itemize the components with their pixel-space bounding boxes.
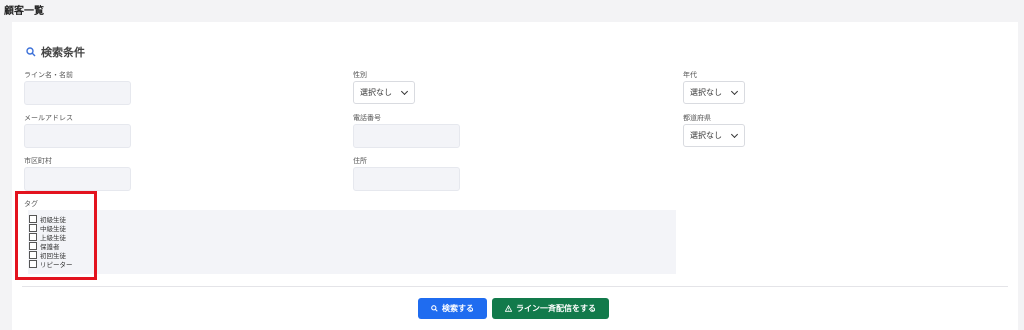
line-name-input[interactable] [24,81,131,105]
search-button-label: 検索する [442,304,474,313]
email-input[interactable] [24,124,131,148]
age-label: 年代 [683,71,697,79]
tag-highlight-box [15,191,97,280]
gender-select[interactable]: 選択なし [353,81,415,104]
page-title: 顧客一覧 [4,6,44,17]
phone-label: 電話番号 [353,114,381,122]
chevron-down-icon [400,87,409,96]
prefecture-label: 都道府県 [683,114,711,122]
chevron-down-icon [730,130,739,139]
search-icon [431,305,438,312]
prefecture-select-value: 選択なし [690,131,722,140]
city-label: 市区町村 [24,157,52,165]
warning-icon [505,305,512,312]
prefecture-select[interactable]: 選択なし [683,124,745,147]
search-button[interactable]: 検索する [418,298,487,319]
tag-area [28,210,676,274]
section-title: 検索条件 [41,46,85,59]
search-conditions-header: 検索条件 [26,44,85,60]
address-input[interactable] [353,167,460,191]
gender-label: 性別 [353,71,367,79]
age-select-value: 選択なし [690,88,722,97]
city-input[interactable] [24,167,131,191]
chevron-down-icon [730,87,739,96]
search-card: 検索条件 ライン名・名前 メールアドレス 市区町村 性別 選択なし 電話番号 住… [12,22,1018,330]
search-icon [26,47,36,57]
address-label: 住所 [353,157,367,165]
phone-input[interactable] [353,124,460,148]
line-name-label: ライン名・名前 [24,71,73,79]
line-broadcast-button-label: ライン一斉配信をする [516,304,596,313]
divider [22,286,1008,287]
gender-select-value: 選択なし [360,88,392,97]
line-broadcast-button[interactable]: ライン一斉配信をする [492,298,609,319]
email-label: メールアドレス [24,114,73,122]
age-select[interactable]: 選択なし [683,81,745,104]
